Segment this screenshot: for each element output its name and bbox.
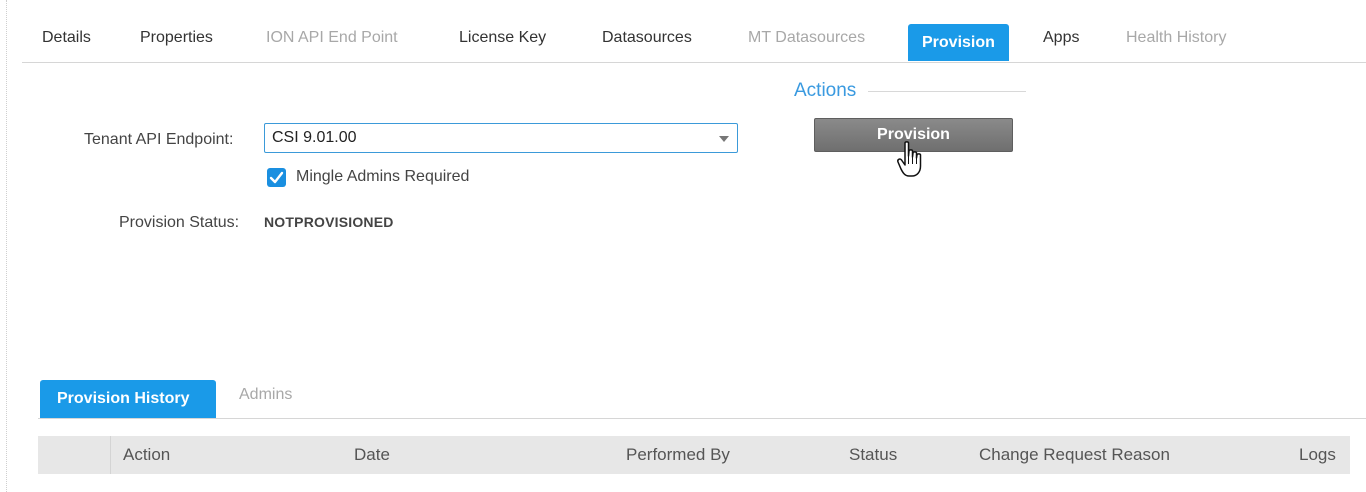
tab-provision-history[interactable]: Provision History: [40, 380, 216, 418]
mingle-admins-checkbox[interactable]: [267, 168, 286, 187]
bottom-tab-bar: Provision History Admins: [38, 380, 1366, 419]
hand-pointer-icon: [897, 141, 922, 177]
tab-health-history[interactable]: Health History: [1126, 29, 1226, 47]
tab-datasources[interactable]: Datasources: [602, 29, 692, 47]
tab-details[interactable]: Details: [42, 29, 91, 47]
column-header-logs[interactable]: Logs: [1299, 445, 1336, 465]
chevron-down-icon[interactable]: [719, 136, 729, 142]
tenant-api-endpoint-value: CSI 9.01.00: [272, 129, 357, 146]
column-header-performed-by[interactable]: Performed By: [626, 445, 730, 465]
tab-properties[interactable]: Properties: [140, 29, 213, 47]
tenant-api-endpoint-label: Tenant API Endpoint:: [84, 131, 234, 148]
tab-mt-datasources[interactable]: MT Datasources: [748, 29, 865, 47]
tab-provision[interactable]: Provision: [908, 24, 1009, 61]
column-header-change-request-reason[interactable]: Change Request Reason: [979, 445, 1170, 465]
column-header-action[interactable]: Action: [123, 445, 170, 465]
column-divider: [110, 436, 111, 474]
tab-license-key[interactable]: License Key: [459, 29, 546, 47]
check-icon: [269, 171, 284, 184]
provision-status-label: Provision Status:: [119, 214, 240, 231]
tab-apps[interactable]: Apps: [1043, 29, 1079, 47]
actions-heading: Actions: [794, 80, 857, 101]
page-left-border: [6, 0, 7, 492]
provision-history-table-header: Action Date Performed By Status Change R…: [38, 436, 1350, 474]
top-tab-bar: Details Properties ION API End Point Lic…: [22, 22, 1366, 63]
tab-admins[interactable]: Admins: [239, 376, 292, 414]
tenant-api-endpoint-select[interactable]: CSI 9.01.00: [264, 123, 738, 153]
provision-status-value: NOTPROVISIONED: [264, 214, 394, 230]
tab-ion-api-end-point[interactable]: ION API End Point: [266, 29, 398, 47]
actions-divider: [868, 91, 1026, 92]
column-header-status[interactable]: Status: [849, 445, 897, 465]
mingle-admins-label[interactable]: Mingle Admins Required: [296, 168, 469, 186]
column-header-date[interactable]: Date: [354, 445, 390, 465]
